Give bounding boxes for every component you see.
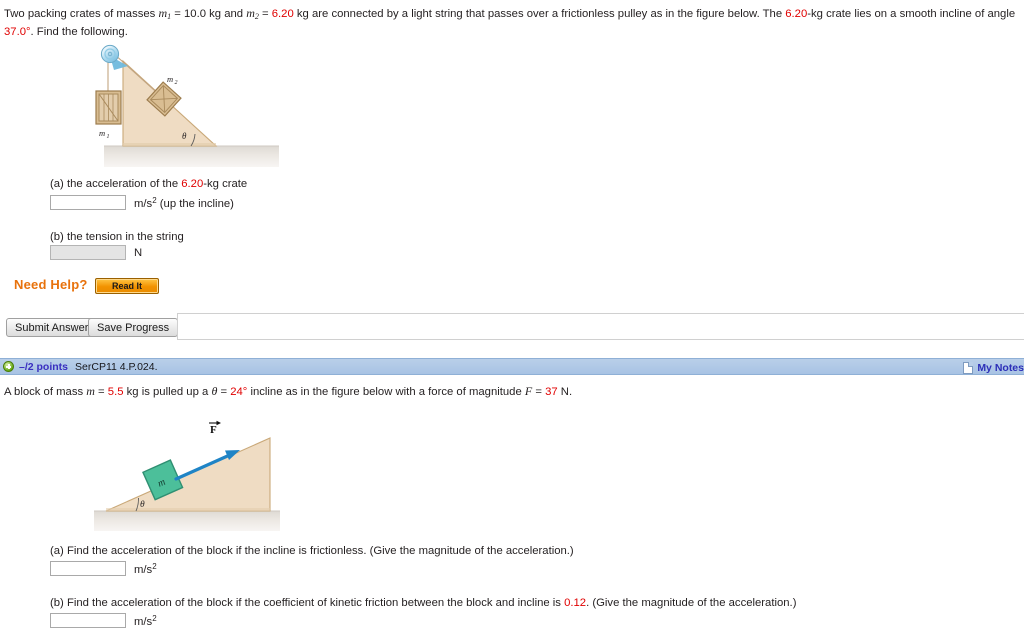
problem2-prompt: A block of mass m = 5.5 kg is pulled up … (4, 384, 1018, 401)
problem1-part-a-answer-row: m/s2 (up the incline) (50, 195, 234, 210)
p2-part-a-unit-base: m/s (134, 563, 153, 576)
problem2-part-a-answer-row: m/s2 (50, 561, 157, 576)
submit-row-panel (177, 313, 1024, 340)
submit-answer-button[interactable]: Submit Answer (6, 318, 98, 337)
p2-part-b-text-post: . (Give the magnitude of the acceleratio… (586, 597, 797, 609)
save-progress-button[interactable]: Save Progress (88, 318, 179, 337)
prompt-text-2: are connected by a light string that pas… (308, 8, 786, 20)
part-a-text-pre: (a) the acceleration of the (50, 178, 182, 190)
p2-part-b-answer-input[interactable] (50, 613, 126, 628)
part-a-answer-input[interactable] (50, 195, 126, 210)
prompt-text-4: . Find the following. (30, 25, 128, 38)
problem1-part-b-answer-row: N (50, 245, 142, 260)
problem1-part-a-label: (a) the acceleration of the 6.20-kg crat… (50, 178, 247, 190)
p2-part-b-value: 0.12 (564, 597, 587, 609)
crate-m1 (95, 90, 122, 125)
equals-2: = (258, 8, 272, 20)
equals-1: = (171, 8, 185, 20)
p2-text-2: kg is pulled up a (123, 386, 212, 398)
problem1-part-b-label: (b) the tension in the string (50, 231, 184, 243)
label-m2: m (167, 74, 173, 84)
incline-base-strip (123, 143, 216, 146)
part-a-unit: m/s2 (up the incline) (134, 196, 234, 210)
p2-equals-2: = (217, 386, 231, 398)
problem2-part-b-label: (b) Find the acceleration of the block i… (50, 597, 796, 609)
conjunction-and: and (221, 8, 247, 20)
figure-pulley-incline: m 1 m 2 θ (84, 42, 284, 168)
need-help-label: Need Help? (14, 277, 88, 292)
force-label-group: F (209, 420, 221, 436)
ground-band (104, 146, 279, 167)
force-label-F: F (210, 424, 217, 436)
part-b-unit: N (134, 246, 143, 259)
prompt-text-3: -kg crate lies on a smooth incline of an… (807, 8, 1016, 20)
p2-equals-3: = (532, 386, 546, 398)
points-label: –/2 points (19, 360, 69, 373)
my-notes-link[interactable]: My Notes (963, 359, 1024, 376)
unit-kg: kg (293, 8, 309, 20)
p2-part-b-unit-base: m/s (134, 615, 153, 628)
label-m2-sub: 2 (175, 80, 178, 86)
label-m1: m (99, 128, 105, 138)
p2-value-m: 5.5 (107, 386, 124, 398)
p2-text-3: incline as in the figure below with a fo… (247, 386, 525, 398)
p2-part-a-answer-input[interactable] (50, 561, 126, 576)
symbol-m1: m (158, 6, 168, 20)
p2-value-theta: 24° (230, 386, 248, 398)
label-theta: θ (140, 500, 145, 510)
assignment-page: Two packing crates of masses m1 = 10.0 k… (0, 0, 1024, 632)
figure-block-incline: m F θ (92, 412, 288, 532)
value-angle: 37.0° (4, 25, 31, 38)
my-notes-label: My Notes (977, 361, 1024, 374)
part-a-unit-base: m/s (134, 197, 153, 210)
value-m2: 6.20 (271, 8, 294, 20)
problem2-part-a-label: (a) Find the acceleration of the block i… (50, 545, 574, 557)
p2-equals-1: = (94, 386, 108, 398)
p2-symbol-m: m (86, 384, 95, 398)
p2-part-a-unit: m/s2 (134, 562, 157, 576)
p2-part-b-text-pre: (b) Find the acceleration of the block i… (50, 597, 565, 609)
ground-band (94, 511, 280, 531)
expand-icon[interactable] (3, 361, 14, 372)
prompt-text-1: Two packing crates of masses (4, 8, 159, 20)
incline-base-strip (106, 508, 270, 511)
problem1-prompt: Two packing crates of masses m1 = 10.0 k… (4, 6, 1018, 40)
part-a-unit-note: (up the incline) (156, 197, 234, 210)
part-a-value: 6.20 (181, 178, 204, 190)
note-icon (963, 361, 974, 374)
value-m1: 10.0 kg (184, 8, 222, 20)
question-code: SerCP11 4.P.024. (75, 360, 158, 373)
label-m1-sub: 1 (107, 134, 110, 140)
value-m2-repeat: 6.20 (785, 8, 808, 20)
problem2-header-bar: –/2 points SerCP11 4.P.024. My Notes (0, 358, 1024, 375)
p2-part-a-unit-exponent: 2 (152, 561, 157, 571)
part-b-answer-input[interactable] (50, 245, 126, 260)
part-a-text-post: -kg crate (203, 178, 248, 190)
p2-text-1: A block of mass (4, 386, 87, 398)
p2-text-4: N. (557, 386, 573, 398)
p2-part-b-unit-exponent: 2 (152, 613, 157, 623)
p2-value-F: 37 (545, 386, 558, 398)
label-theta: θ (182, 131, 187, 141)
read-it-button[interactable]: Read It (95, 278, 159, 294)
problem2-part-b-answer-row: m/s2 (50, 613, 157, 628)
p2-part-b-unit: m/s2 (134, 614, 157, 628)
pulley-axle (107, 51, 113, 57)
symbol-m2: m (246, 6, 255, 20)
